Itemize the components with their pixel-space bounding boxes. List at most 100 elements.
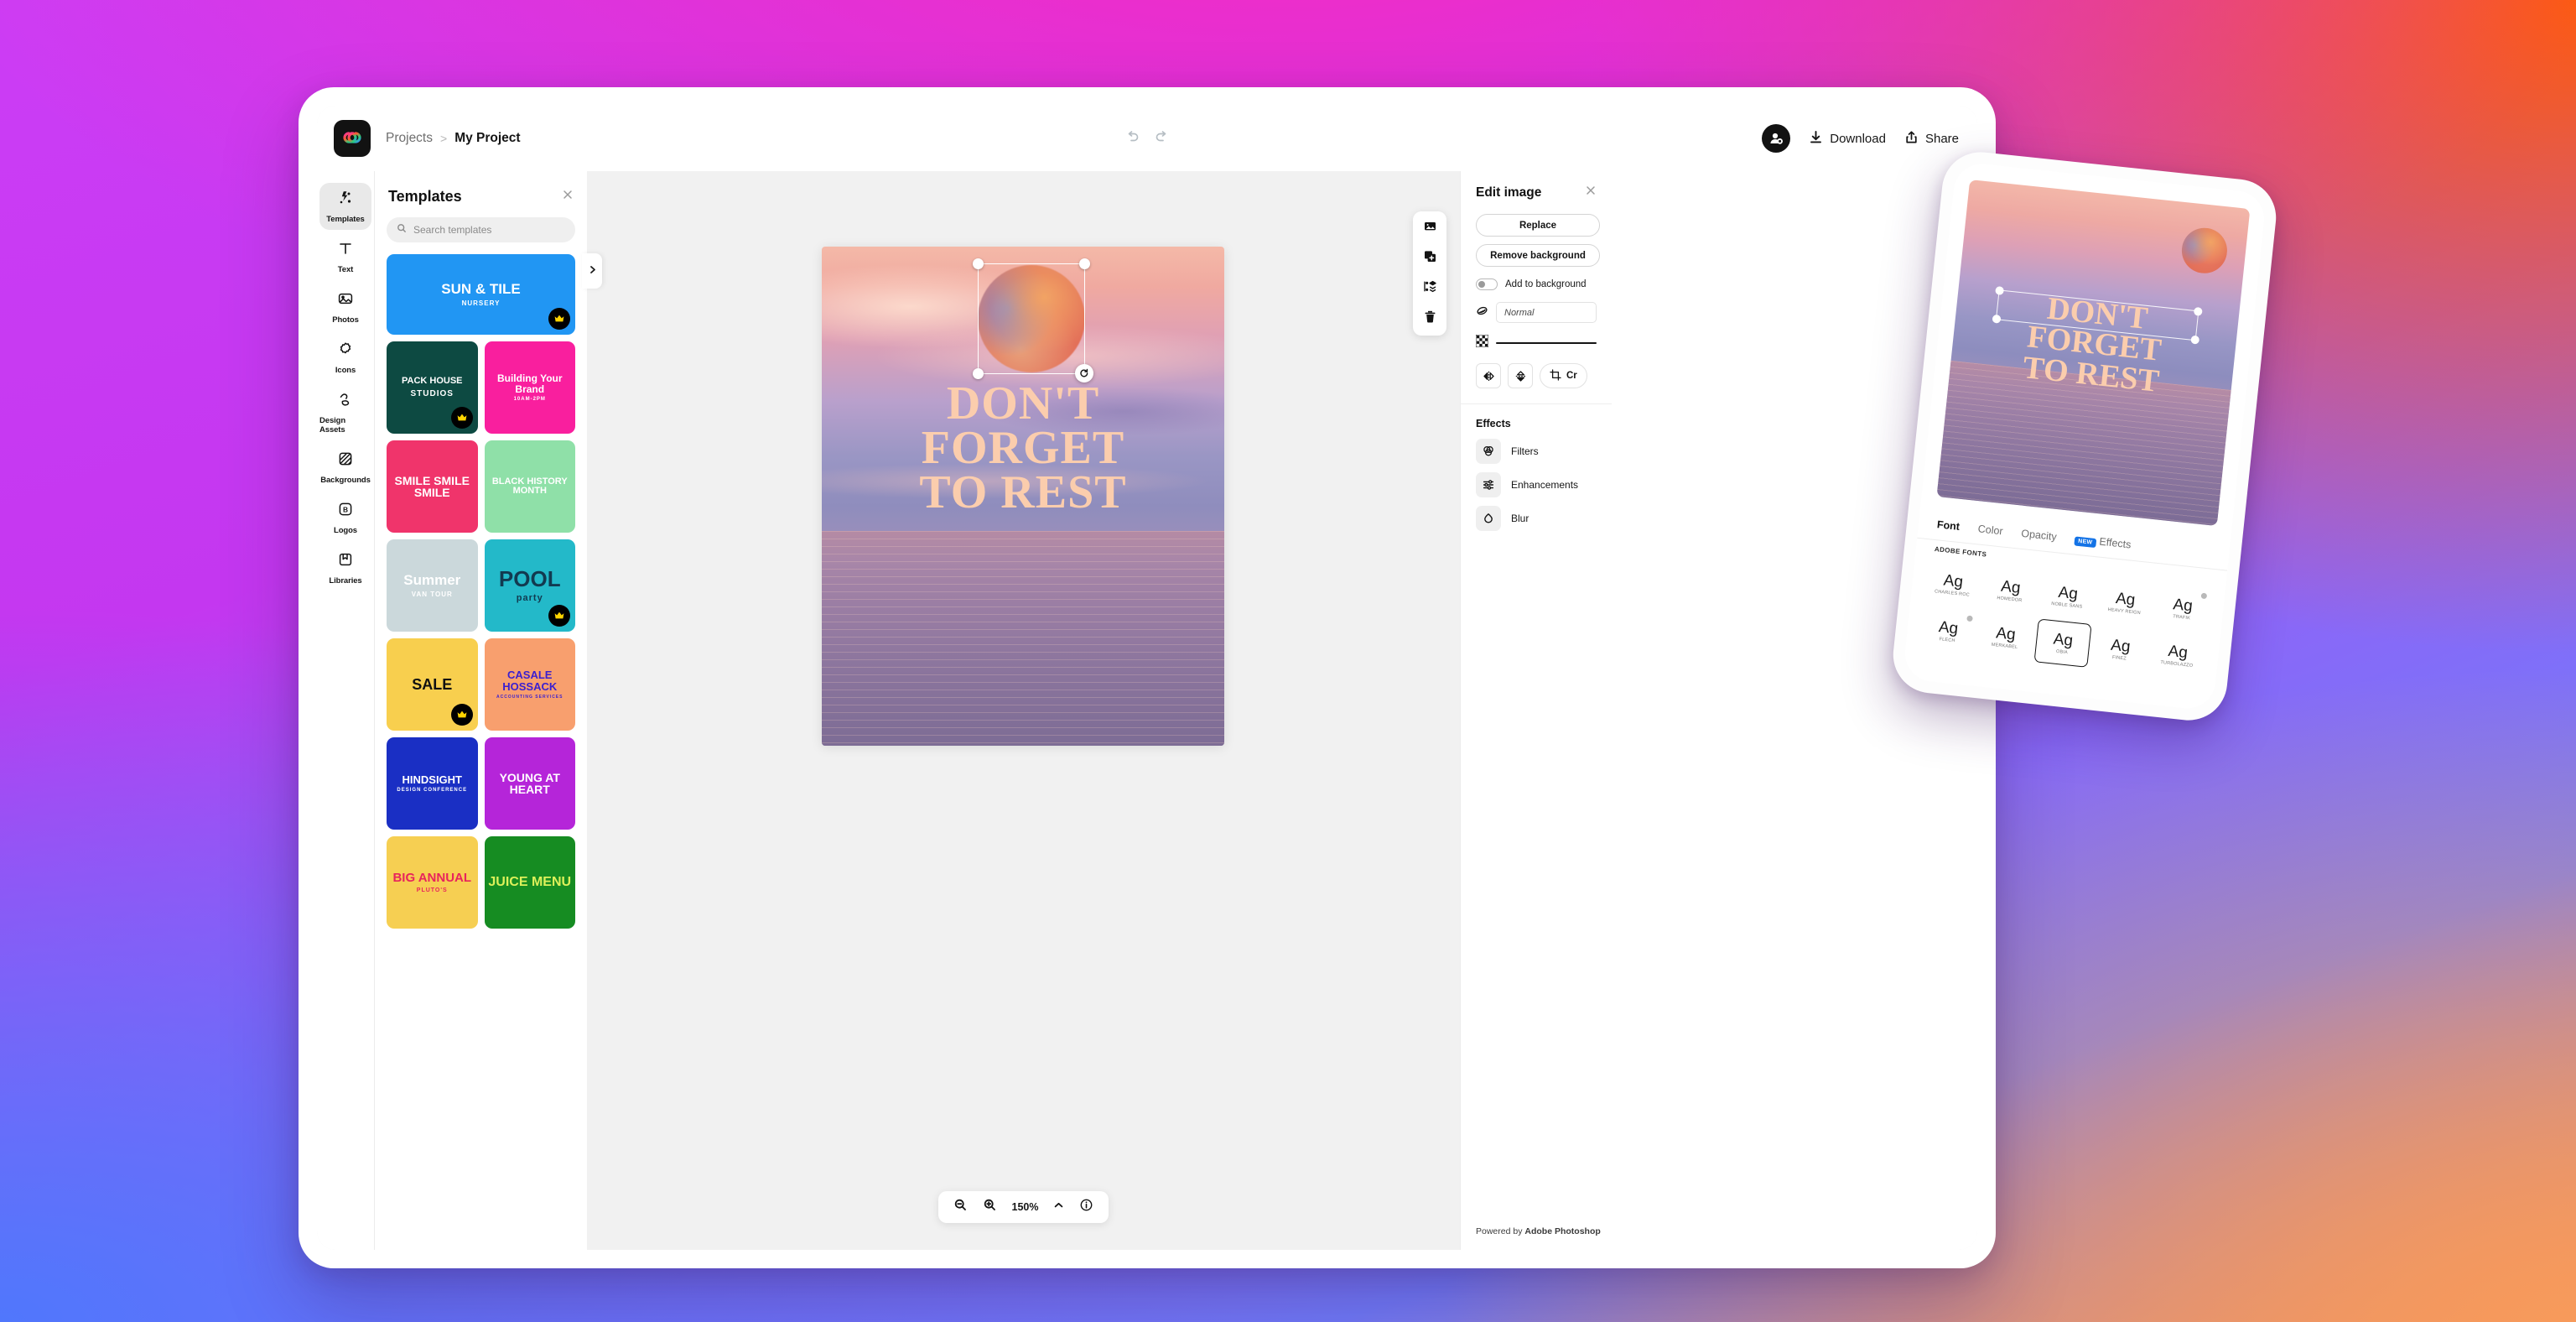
replace-button[interactable]: Replace bbox=[1476, 214, 1600, 237]
phone-tab-opacity[interactable]: Opacity bbox=[2021, 527, 2058, 542]
resize-handle-bottom-left[interactable] bbox=[973, 368, 984, 379]
zoom-in-icon[interactable] bbox=[983, 1198, 997, 1216]
phone-artboard[interactable]: DON'T FORGET TO REST bbox=[1936, 180, 2251, 527]
panel-expand-toggle[interactable] bbox=[582, 253, 602, 289]
effect-item-enhancements[interactable]: Enhancements bbox=[1476, 472, 1597, 497]
rotate-handle-icon[interactable] bbox=[1075, 364, 1093, 383]
sidebar-item-icons[interactable]: Icons bbox=[319, 334, 371, 381]
template-card[interactable]: SMILE SMILE SMILE bbox=[387, 440, 478, 533]
template-card[interactable]: SUN & TILE NURSERY bbox=[387, 254, 575, 335]
phone-gradient-blob bbox=[2179, 226, 2230, 276]
template-subtitle: STUDIOS bbox=[410, 388, 454, 398]
font-sample-preview: Ag bbox=[2167, 642, 2189, 662]
close-icon[interactable] bbox=[1585, 185, 1597, 200]
template-card[interactable]: PACK HOUSE STUDIOS bbox=[387, 341, 478, 434]
backgrounds-icon bbox=[337, 450, 354, 471]
font-sample-preview: Ag bbox=[2115, 589, 2137, 609]
phone-tab-font[interactable]: Font bbox=[1936, 518, 1960, 533]
duplicate-icon[interactable] bbox=[1423, 249, 1437, 268]
template-card[interactable]: Building Your Brand 10AM-2PM bbox=[484, 341, 575, 434]
breadcrumb-projects-link[interactable]: Projects bbox=[386, 131, 433, 146]
template-title: POOL bbox=[498, 566, 561, 592]
share-button[interactable]: Share bbox=[1904, 130, 1959, 148]
zoom-level-value[interactable]: 150% bbox=[1012, 1201, 1039, 1213]
font-option[interactable]: Ag NOBLE SANS bbox=[2038, 572, 2097, 621]
resize-handle-top-right[interactable] bbox=[1079, 258, 1090, 269]
font-option[interactable]: Ag TURBOLAZZO bbox=[2148, 631, 2207, 679]
artboard-sea bbox=[822, 531, 1224, 746]
font-option[interactable]: Ag FINEZ bbox=[2091, 625, 2150, 674]
crop-button[interactable]: Cr bbox=[1540, 363, 1587, 388]
top-bar: Projects > My Project Download Share bbox=[317, 106, 1977, 171]
template-card[interactable]: BIG ANNUAL PLUTO'S bbox=[387, 836, 478, 929]
font-picker-grid: Ag CHARLES ROC Ag HOMEDOR Ag NOBLE SANS Ag HEAV… bbox=[1919, 560, 2211, 679]
sidebar-item-design-assets-label: Design Assets bbox=[319, 416, 346, 435]
edit-panel-title: Edit image bbox=[1476, 185, 1542, 200]
font-option[interactable]: Ag HOMEDOR bbox=[1981, 566, 2040, 615]
template-card[interactable]: CASALE HOSSACK ACCOUNTING SERVICES bbox=[484, 638, 575, 731]
powered-by-prefix: Powered by bbox=[1476, 1226, 1525, 1236]
font-option[interactable]: Ag TRAFIK bbox=[2153, 584, 2212, 632]
sidebar-item-backgrounds[interactable]: Backgrounds bbox=[319, 444, 371, 491]
info-icon[interactable] bbox=[1079, 1198, 1093, 1216]
replace-image-icon[interactable] bbox=[1423, 219, 1437, 237]
selection-bounding-box bbox=[973, 258, 1093, 383]
sidebar-item-libraries[interactable]: Libraries bbox=[319, 544, 371, 591]
effect-item-filters[interactable]: Filters bbox=[1476, 439, 1597, 464]
effect-item-blur[interactable]: Blur bbox=[1476, 506, 1597, 531]
delete-trash-icon[interactable] bbox=[1423, 310, 1437, 328]
breadcrumb-current-project[interactable]: My Project bbox=[454, 131, 520, 146]
template-card[interactable]: SALE bbox=[387, 638, 478, 731]
app-screen: Projects > My Project Download Share Tem… bbox=[317, 106, 1977, 1250]
template-card[interactable]: POOL party bbox=[484, 539, 575, 632]
artboard-headline[interactable]: DON'T FORGET TO REST bbox=[822, 380, 1224, 517]
font-option[interactable]: Ag MERKABEL bbox=[1976, 612, 2035, 661]
search-input[interactable]: Search templates bbox=[387, 217, 575, 242]
template-card[interactable]: BLACK HISTORY MONTH bbox=[484, 440, 575, 533]
close-icon[interactable] bbox=[562, 189, 574, 205]
download-button[interactable]: Download bbox=[1809, 130, 1886, 148]
template-card[interactable]: JUICE MENU bbox=[484, 836, 575, 929]
phone-tab-effects[interactable]: NEW Effects bbox=[2074, 533, 2132, 550]
crown-premium-icon bbox=[548, 605, 570, 627]
template-card[interactable]: Summer VAN TOUR bbox=[387, 539, 478, 632]
flip-vertical-icon[interactable] bbox=[1508, 363, 1533, 388]
top-right-actions: Download Share bbox=[1762, 124, 1959, 153]
font-option[interactable]: Ag HEAVY REIGN bbox=[2096, 578, 2154, 627]
edit-image-panel: Edit image Replace Remove background Add… bbox=[1460, 171, 1977, 1250]
undo-icon[interactable] bbox=[1124, 128, 1140, 149]
redo-icon[interactable] bbox=[1154, 128, 1171, 149]
invite-user-icon[interactable] bbox=[1762, 124, 1791, 153]
sidebar-item-text-label: Text bbox=[337, 265, 354, 274]
font-option[interactable]: Ag OBIA bbox=[2033, 618, 2093, 668]
arrange-layers-icon[interactable] bbox=[1423, 279, 1437, 298]
sidebar-item-logos[interactable]: B Logos bbox=[319, 494, 371, 541]
template-card[interactable]: YOUNG AT HEART bbox=[484, 737, 575, 830]
font-option-name: HEAVY REIGN bbox=[2107, 606, 2142, 616]
crop-icon bbox=[1550, 368, 1561, 383]
add-to-background-toggle[interactable] bbox=[1476, 278, 1498, 290]
undo-redo-group bbox=[1124, 128, 1171, 149]
zoom-out-icon[interactable] bbox=[953, 1198, 968, 1216]
new-badge: NEW bbox=[2074, 535, 2096, 548]
artboard[interactable]: DON'T FORGET TO REST bbox=[822, 247, 1224, 746]
font-option-name: OBIA bbox=[2055, 648, 2069, 655]
remove-background-button[interactable]: Remove background bbox=[1476, 244, 1600, 267]
resize-handle-top-left[interactable] bbox=[973, 258, 984, 269]
phone-tab-color[interactable]: Color bbox=[1977, 523, 2003, 537]
opacity-slider[interactable] bbox=[1496, 342, 1597, 344]
blend-mode-select[interactable]: Normal bbox=[1496, 302, 1597, 323]
sidebar-item-design-assets[interactable]: Design Assets bbox=[319, 384, 371, 440]
download-label: Download bbox=[1830, 131, 1886, 146]
sidebar-item-photos[interactable]: Photos bbox=[319, 284, 371, 330]
phone-resize-handle-top-left[interactable] bbox=[1995, 286, 2005, 296]
template-card[interactable]: HINDSIGHT DESIGN CONFERENCE bbox=[387, 737, 478, 830]
chevron-up-icon[interactable] bbox=[1053, 1200, 1064, 1215]
sidebar-item-templates[interactable]: Templates bbox=[319, 183, 371, 230]
font-option[interactable]: Ag CHARLES ROC bbox=[1924, 560, 1982, 608]
flip-horizontal-icon[interactable] bbox=[1476, 363, 1501, 388]
canvas-area[interactable]: DON'T FORGET TO REST 150% bbox=[587, 171, 1460, 1250]
sidebar-item-text[interactable]: Text bbox=[319, 233, 371, 280]
font-option[interactable]: Ag FLECH bbox=[1919, 606, 1977, 655]
creative-cloud-express-logo-icon[interactable] bbox=[334, 120, 371, 157]
